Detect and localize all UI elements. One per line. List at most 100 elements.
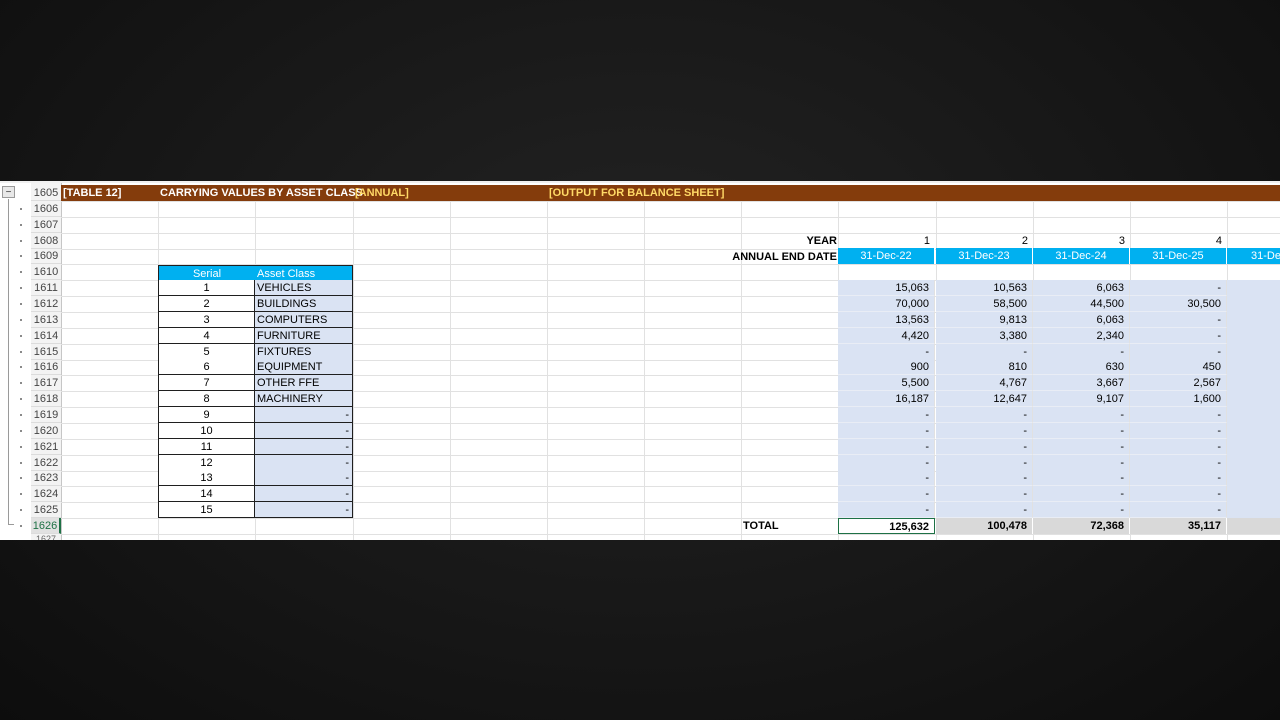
total-value[interactable]: 35,117	[1130, 518, 1227, 534]
row-number[interactable]: 1615	[31, 344, 61, 360]
row-number[interactable]: 1612	[31, 296, 61, 312]
carrying-value-cell-next[interactable]	[1227, 312, 1280, 328]
row-number[interactable]: 1608	[31, 233, 61, 249]
total-value[interactable]: 72,368	[1033, 518, 1130, 534]
asset-class-name[interactable]: EQUIPMENT	[255, 359, 353, 375]
total-value-next[interactable]	[1227, 518, 1280, 534]
carrying-value-cell-next[interactable]	[1227, 486, 1280, 502]
carrying-value-cell[interactable]: -	[1130, 344, 1227, 360]
asset-class-name[interactable]: FURNITURE	[255, 328, 353, 344]
row-number[interactable]: 1613	[31, 312, 61, 328]
row-number[interactable]: 1624	[31, 486, 61, 502]
carrying-value-cell[interactable]: 6,063	[1033, 280, 1130, 296]
asset-class-name[interactable]: COMPUTERS	[255, 312, 353, 328]
row-number[interactable]: 1617	[31, 375, 61, 391]
asset-class-name[interactable]: MACHINERY	[255, 391, 353, 407]
year-number[interactable]: 1	[838, 233, 935, 249]
carrying-value-cell[interactable]: 3,667	[1033, 375, 1130, 391]
carrying-value-cell[interactable]: 44,500	[1033, 296, 1130, 312]
carrying-value-cell[interactable]: -	[1130, 502, 1227, 518]
row-number[interactable]: 1616	[31, 359, 61, 375]
asset-class-name[interactable]: -	[255, 455, 353, 471]
carrying-value-cell[interactable]: -	[838, 423, 935, 439]
carrying-value-cell[interactable]: -	[838, 486, 935, 502]
row-number[interactable]: 1622	[31, 455, 61, 471]
carrying-value-cell[interactable]: 4,767	[936, 375, 1033, 391]
annual-end-date-label[interactable]: ANNUAL END DATE	[722, 249, 839, 265]
carrying-value-cell[interactable]: -	[838, 470, 935, 486]
carrying-value-cell[interactable]: -	[1033, 486, 1130, 502]
row-number[interactable]: 1611	[31, 280, 61, 296]
period-end-date[interactable]: 31-De	[1227, 248, 1280, 264]
carrying-value-cell[interactable]: 9,107	[1033, 391, 1130, 407]
asset-class-name[interactable]: -	[255, 502, 353, 518]
row-number[interactable]: 1614	[31, 328, 61, 344]
total-label[interactable]: TOTAL	[743, 518, 833, 534]
carrying-value-cell[interactable]: -	[838, 455, 935, 471]
carrying-value-cell[interactable]: 900	[838, 359, 935, 375]
carrying-value-cell[interactable]: 15,063	[838, 280, 935, 296]
carrying-value-cell[interactable]: 2,340	[1033, 328, 1130, 344]
asset-serial[interactable]: 3	[158, 312, 255, 328]
asset-serial[interactable]: 11	[158, 439, 255, 455]
asset-serial[interactable]: 8	[158, 391, 255, 407]
asset-serial[interactable]: 1	[158, 280, 255, 296]
carrying-value-cell[interactable]: 630	[1033, 359, 1130, 375]
asset-class-name[interactable]: -	[255, 407, 353, 423]
carrying-value-cell[interactable]: -	[838, 439, 935, 455]
carrying-value-cell[interactable]: 5,500	[838, 375, 935, 391]
asset-class-name[interactable]: -	[255, 470, 353, 486]
asset-serial[interactable]: 13	[158, 470, 255, 486]
asset-class-name[interactable]: OTHER FFE	[255, 375, 353, 391]
year-number[interactable]: 2	[936, 233, 1033, 249]
carrying-value-cell[interactable]: 12,647	[936, 391, 1033, 407]
year-label[interactable]: YEAR	[742, 233, 839, 249]
row-number[interactable]: 1606	[31, 201, 61, 217]
carrying-value-cell[interactable]: 810	[936, 359, 1033, 375]
carrying-value-cell[interactable]: 1,600	[1130, 391, 1227, 407]
row-number[interactable]: 1607	[31, 217, 61, 233]
asset-class-name[interactable]: FIXTURES	[255, 344, 353, 360]
carrying-value-cell[interactable]: -	[1130, 407, 1227, 423]
carrying-value-cell[interactable]: 9,813	[936, 312, 1033, 328]
asset-serial[interactable]: 7	[158, 375, 255, 391]
asset-serial[interactable]: 5	[158, 344, 255, 360]
carrying-value-cell[interactable]: -	[1130, 470, 1227, 486]
carrying-value-cell[interactable]: -	[1033, 439, 1130, 455]
serial-header[interactable]: Serial	[158, 265, 255, 281]
carrying-value-cell[interactable]: 4,420	[838, 328, 935, 344]
row-number[interactable]: 1626	[31, 518, 61, 534]
carrying-value-cell-next[interactable]	[1227, 470, 1280, 486]
carrying-value-cell[interactable]: -	[838, 344, 935, 360]
asset-class-name[interactable]: VEHICLES	[255, 280, 353, 296]
carrying-value-cell[interactable]: -	[936, 344, 1033, 360]
asset-class-name[interactable]: -	[255, 486, 353, 502]
carrying-value-cell[interactable]: -	[1130, 312, 1227, 328]
asset-class-name[interactable]: -	[255, 423, 353, 439]
period-end-date[interactable]: 31-Dec-24	[1033, 248, 1130, 264]
carrying-value-cell[interactable]: -	[1033, 344, 1130, 360]
carrying-value-cell[interactable]: 6,063	[1033, 312, 1130, 328]
carrying-value-cell[interactable]: 3,380	[936, 328, 1033, 344]
asset-serial[interactable]: 2	[158, 296, 255, 312]
period-end-date[interactable]: 31-Dec-22	[838, 248, 935, 264]
carrying-value-cell-next[interactable]	[1227, 455, 1280, 471]
asset-class-name[interactable]: -	[255, 439, 353, 455]
asset-serial[interactable]: 6	[158, 359, 255, 375]
carrying-value-cell[interactable]: -	[1033, 407, 1130, 423]
carrying-value-cell-next[interactable]	[1227, 391, 1280, 407]
carrying-value-cell[interactable]: 58,500	[936, 296, 1033, 312]
carrying-value-cell[interactable]: -	[936, 439, 1033, 455]
total-value[interactable]: 100,478	[936, 518, 1033, 534]
carrying-value-cell[interactable]: 10,563	[936, 280, 1033, 296]
carrying-value-cell[interactable]: -	[838, 502, 935, 518]
row-number[interactable]: 1623	[31, 470, 61, 486]
carrying-value-cell[interactable]: -	[1130, 328, 1227, 344]
carrying-value-cell[interactable]: -	[936, 423, 1033, 439]
asset-class-name[interactable]: BUILDINGS	[255, 296, 353, 312]
carrying-value-cell-next[interactable]	[1227, 344, 1280, 360]
row-number[interactable]: 1621	[31, 439, 61, 455]
carrying-value-cell[interactable]: -	[936, 470, 1033, 486]
total-value[interactable]: 125,632	[838, 518, 935, 534]
row-number[interactable]: 1625	[31, 502, 61, 518]
